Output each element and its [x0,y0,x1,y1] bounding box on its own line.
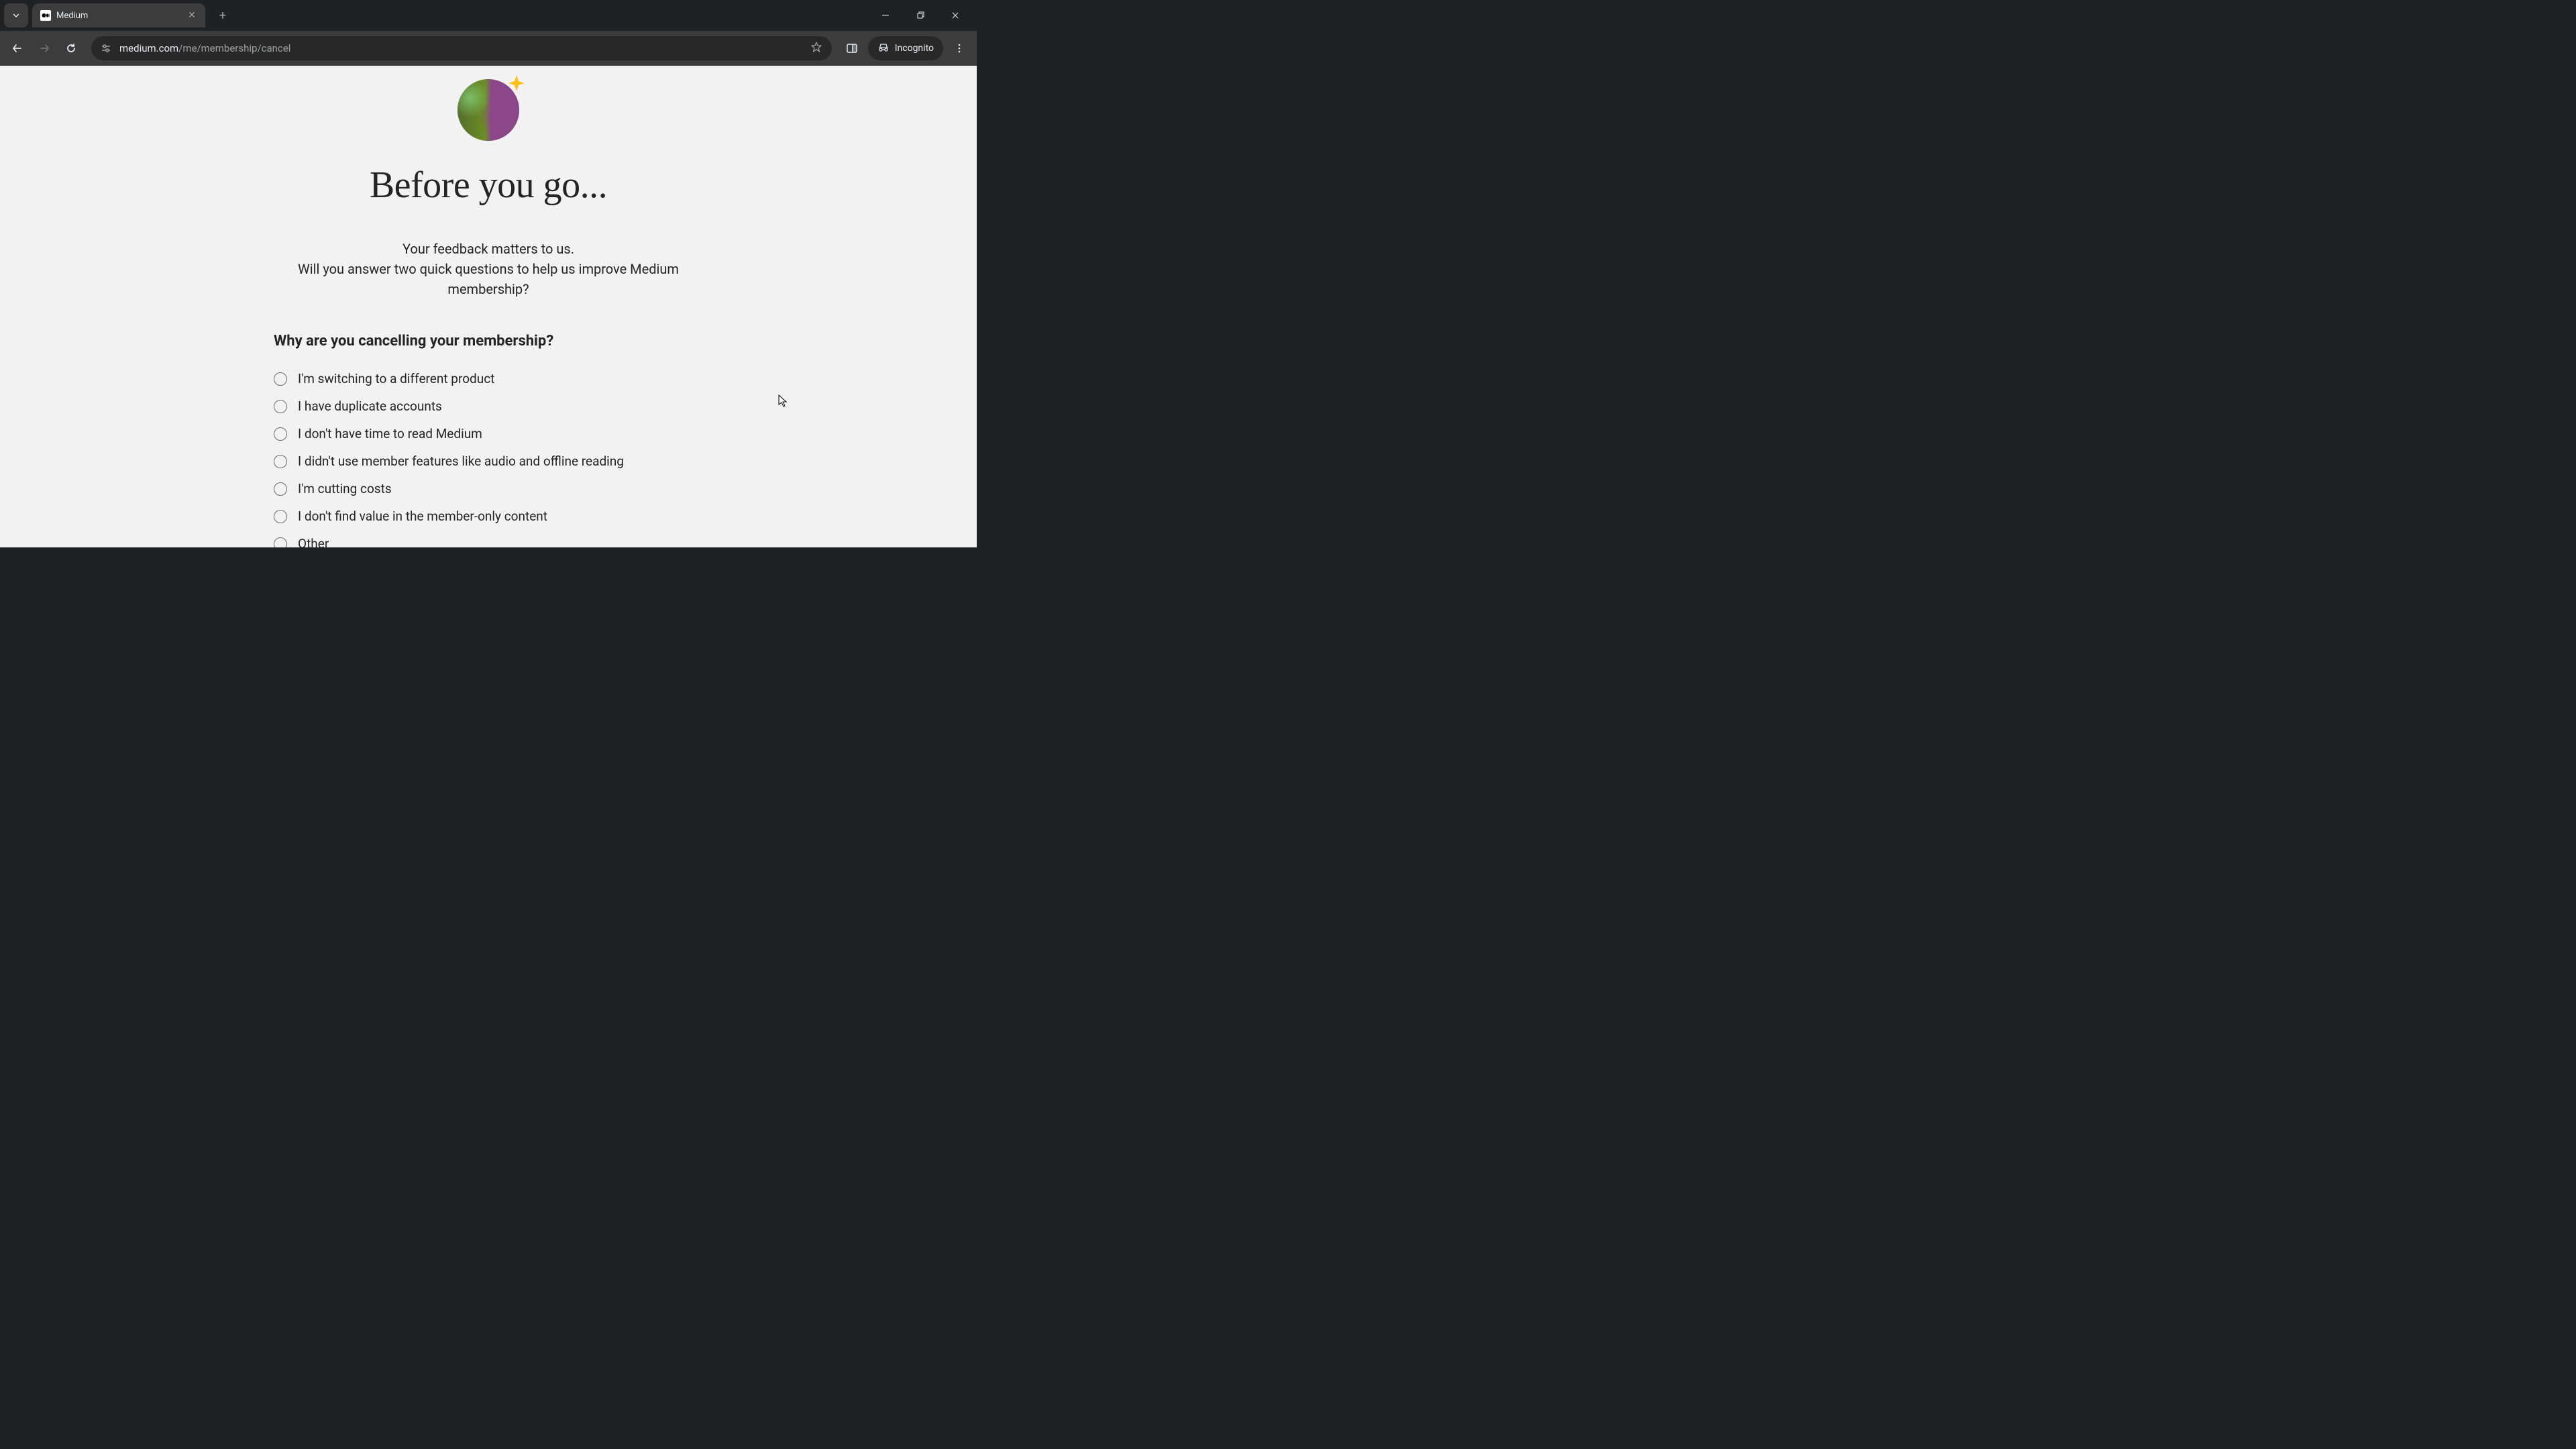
browser-toolbar: medium.com/me/membership/cancel Incognit… [0,31,977,66]
radio-options-list: I'm switching to a different product I h… [274,371,703,547]
browser-tabs-bar: Medium ✕ + [0,0,977,31]
sparkle-icon [507,74,526,93]
radio-circle-icon [274,400,287,413]
tab-title: Medium [56,11,181,21]
radio-circle-icon [274,372,287,386]
radio-option-no-features[interactable]: I didn't use member features like audio … [274,453,703,469]
radio-label: I don't find value in the member-only co… [298,508,547,524]
reload-icon [65,42,77,54]
radio-option-no-value[interactable]: I don't find value in the member-only co… [274,508,703,524]
incognito-icon [877,42,890,54]
radio-label: I didn't use member features like audio … [298,453,624,469]
survey-question: Why are you cancelling your membership? [274,333,703,350]
site-settings-button[interactable] [101,43,111,54]
back-button[interactable] [5,36,30,60]
radio-option-switching[interactable]: I'm switching to a different product [274,371,703,386]
radio-circle-icon [274,455,287,468]
radio-circle-icon [274,510,287,523]
tab-search-button[interactable] [4,3,28,28]
incognito-label: Incognito [895,43,934,54]
page-content: Before you go... Your feedback matters t… [0,66,977,547]
radio-label: Other [298,536,329,547]
radio-circle-icon [274,537,287,548]
reload-button[interactable] [59,36,83,60]
maximize-button[interactable] [906,5,935,26]
radio-circle-icon [274,427,287,441]
avatar-container [458,79,519,144]
page-subtitle: Your feedback matters to us. Will you an… [274,239,703,299]
radio-label: I'm switching to a different product [298,371,494,386]
forward-arrow-icon [38,42,50,54]
back-arrow-icon [11,42,23,54]
radio-label: I have duplicate accounts [298,398,442,414]
mouse-cursor-icon [778,394,789,411]
tab-close-button[interactable]: ✕ [186,10,197,21]
radio-label: I'm cutting costs [298,481,392,496]
radio-option-duplicate[interactable]: I have duplicate accounts [274,398,703,414]
star-icon [810,41,822,53]
maximize-icon [916,11,924,19]
bookmark-button[interactable] [810,41,822,56]
close-icon [951,11,959,19]
url-text: medium.com/me/membership/cancel [119,42,802,54]
dots-vertical-icon [954,43,965,54]
page-heading: Before you go... [274,164,703,207]
toolbar-right: Incognito [840,36,971,60]
new-tab-button[interactable]: + [213,6,232,25]
address-bar[interactable]: medium.com/me/membership/cancel [91,36,832,60]
close-window-button[interactable] [941,5,970,26]
browser-menu-button[interactable] [947,36,971,60]
browser-tab[interactable]: Medium ✕ [32,3,205,28]
cancel-survey-form: Why are you cancelling your membership? … [274,333,703,547]
radio-circle-icon [274,482,287,496]
radio-label: I don't have time to read Medium [298,426,482,441]
radio-option-no-time[interactable]: I don't have time to read Medium [274,426,703,441]
window-controls [871,5,977,26]
minimize-button[interactable] [871,5,900,26]
forward-button[interactable] [32,36,56,60]
medium-favicon-icon [40,10,51,21]
side-panel-icon [846,42,858,54]
radio-option-cutting-costs[interactable]: I'm cutting costs [274,481,703,496]
chevron-down-icon [12,11,20,19]
main-content: Before you go... Your feedback matters t… [274,66,703,547]
side-panel-button[interactable] [840,36,864,60]
tune-icon [101,43,111,54]
radio-option-other[interactable]: Other [274,536,703,547]
incognito-badge[interactable]: Incognito [868,36,943,60]
minimize-icon [881,11,890,19]
